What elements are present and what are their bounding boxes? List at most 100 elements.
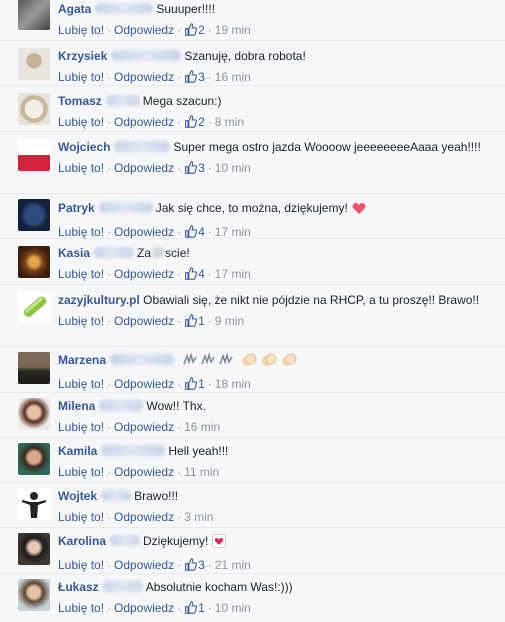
timestamp[interactable]: 8 min (215, 115, 244, 129)
like-link[interactable]: Lubię to! (58, 465, 104, 479)
reply-link[interactable]: Odpowiedz (114, 225, 174, 239)
reply-link[interactable]: Odpowiedz (114, 510, 174, 524)
like-link[interactable]: Lubię to! (58, 510, 104, 524)
timestamp[interactable]: 19 min (215, 23, 251, 37)
comment: Karolina Dziękujemy! Lubię to! · Odpowiedz ·… (0, 527, 505, 574)
thumbs-up-icon[interactable] (184, 601, 198, 618)
like-count[interactable]: 2 (198, 23, 205, 37)
comment-author[interactable]: zazyjkultury.pl (58, 293, 140, 307)
comment: Tomasz Mega szacun:) Lubię to! · Odpowiedz ·… (0, 85, 505, 132)
like-count[interactable]: 1 (198, 377, 205, 391)
like-link[interactable]: Lubię to! (58, 314, 104, 328)
timestamp[interactable]: 18 min (215, 377, 251, 391)
timestamp[interactable]: 9 min (215, 314, 244, 328)
reply-link[interactable]: Odpowiedz (114, 465, 174, 479)
avatar[interactable] (18, 246, 50, 278)
like-link[interactable]: Lubię to! (58, 267, 104, 281)
thumbs-up-icon[interactable] (184, 314, 198, 331)
avatar[interactable] (18, 0, 50, 30)
comment-text: Hell yeah!!! (168, 444, 229, 458)
comment-text: Jak się chce, to można, dziękujemy! (155, 201, 348, 215)
wave-emoji-icon (218, 352, 234, 371)
avatar[interactable] (18, 488, 50, 520)
reply-link[interactable]: Odpowiedz (114, 115, 174, 129)
comment-author[interactable]: Kasia (58, 246, 90, 260)
comment-author[interactable]: Karolina (58, 534, 106, 548)
timestamp[interactable]: 16 min (215, 70, 251, 84)
like-link[interactable]: Lubię to! (58, 420, 104, 434)
timestamp[interactable]: 17 min (215, 225, 251, 239)
timestamp[interactable]: 3 min (184, 510, 213, 524)
comment-author[interactable]: Patryk (58, 201, 95, 215)
comment-author[interactable]: Wojciech (58, 140, 110, 154)
thumbs-up-icon[interactable] (184, 115, 198, 132)
comment-list: Agata Suuuper!!!! Lubię to! · Odpowiedz · 2 · 1… (0, 0, 505, 622)
like-count[interactable]: 1 (198, 314, 205, 328)
like-link[interactable]: Lubię to! (58, 558, 104, 572)
comment-author[interactable]: Milena (58, 399, 95, 413)
like-count[interactable]: 3 (198, 70, 205, 84)
comment-author[interactable]: Kamila (58, 444, 97, 458)
comment-text: Suuuper!!!! (156, 2, 216, 16)
timestamp[interactable]: 11 min (184, 465, 219, 479)
like-link[interactable]: Lubię to! (58, 115, 104, 129)
timestamp[interactable]: 10 min (215, 161, 251, 175)
like-count[interactable]: 3 (198, 161, 205, 175)
like-count[interactable]: 4 (198, 267, 205, 281)
like-count[interactable]: 3 (198, 558, 205, 572)
avatar[interactable] (18, 533, 50, 565)
reply-link[interactable]: Odpowiedz (114, 601, 174, 615)
avatar[interactable] (18, 48, 50, 80)
timestamp[interactable]: 10 min (215, 601, 251, 615)
comment-text: Wow!! Thx. (146, 399, 206, 413)
reply-link[interactable]: Odpowiedz (114, 23, 174, 37)
comment-author[interactable]: Tomasz (58, 94, 102, 108)
like-count[interactable]: 4 (198, 225, 205, 239)
avatar[interactable] (18, 93, 50, 125)
blurred-surname (114, 141, 171, 152)
wave-emoji-icon (182, 352, 198, 371)
blurred-surname (105, 95, 140, 106)
comment-author[interactable]: Łukasz (58, 580, 99, 594)
timestamp[interactable]: 17 min (215, 267, 251, 281)
comment-text: Dziękujemy! (143, 534, 209, 548)
blurred-surname (110, 354, 175, 365)
heart-box-icon (212, 534, 227, 552)
avatar[interactable] (18, 579, 50, 611)
avatar[interactable] (18, 139, 50, 171)
thumbs-up-icon[interactable] (184, 23, 198, 40)
reply-link[interactable]: Odpowiedz (114, 70, 174, 84)
reply-link[interactable]: Odpowiedz (114, 420, 174, 434)
reply-link[interactable]: Odpowiedz (114, 161, 174, 175)
like-count[interactable]: 1 (198, 601, 205, 615)
comment-author[interactable]: Agata (58, 2, 91, 16)
thumbs-up-icon[interactable] (184, 161, 198, 178)
heart-icon (352, 202, 366, 219)
like-link[interactable]: Lubię to! (58, 601, 104, 615)
like-link[interactable]: Lubię to! (58, 161, 104, 175)
timestamp[interactable]: 16 min (184, 420, 220, 434)
like-count[interactable]: 2 (198, 115, 205, 129)
avatar[interactable] (18, 443, 50, 475)
avatar[interactable] (18, 398, 50, 430)
like-link[interactable]: Lubię to! (58, 225, 104, 239)
reply-link[interactable]: Odpowiedz (114, 314, 174, 328)
reply-link[interactable]: Odpowiedz (114, 377, 174, 391)
pickle-logo-icon (23, 296, 47, 317)
like-link[interactable]: Lubię to! (58, 377, 104, 391)
avatar[interactable] (18, 199, 50, 231)
timestamp[interactable]: 21 min (215, 558, 251, 572)
reply-link[interactable]: Odpowiedz (114, 558, 174, 572)
blurred-surname (111, 50, 182, 61)
comment-author[interactable]: Marzena (58, 353, 106, 367)
comment-author[interactable]: Wojtek (58, 489, 97, 503)
like-link[interactable]: Lubię to! (58, 70, 104, 84)
comment-author[interactable]: Krzysiek (58, 49, 107, 63)
reply-link[interactable]: Odpowiedz (114, 267, 174, 281)
like-link[interactable]: Lubię to! (58, 23, 104, 37)
blurred-surname (99, 400, 144, 411)
thumbs-up-icon[interactable] (184, 267, 198, 284)
avatar[interactable] (18, 352, 50, 384)
comment: Agata Suuuper!!!! Lubię to! · Odpowiedz · 2 · 1… (0, 0, 505, 41)
avatar[interactable] (18, 291, 50, 323)
